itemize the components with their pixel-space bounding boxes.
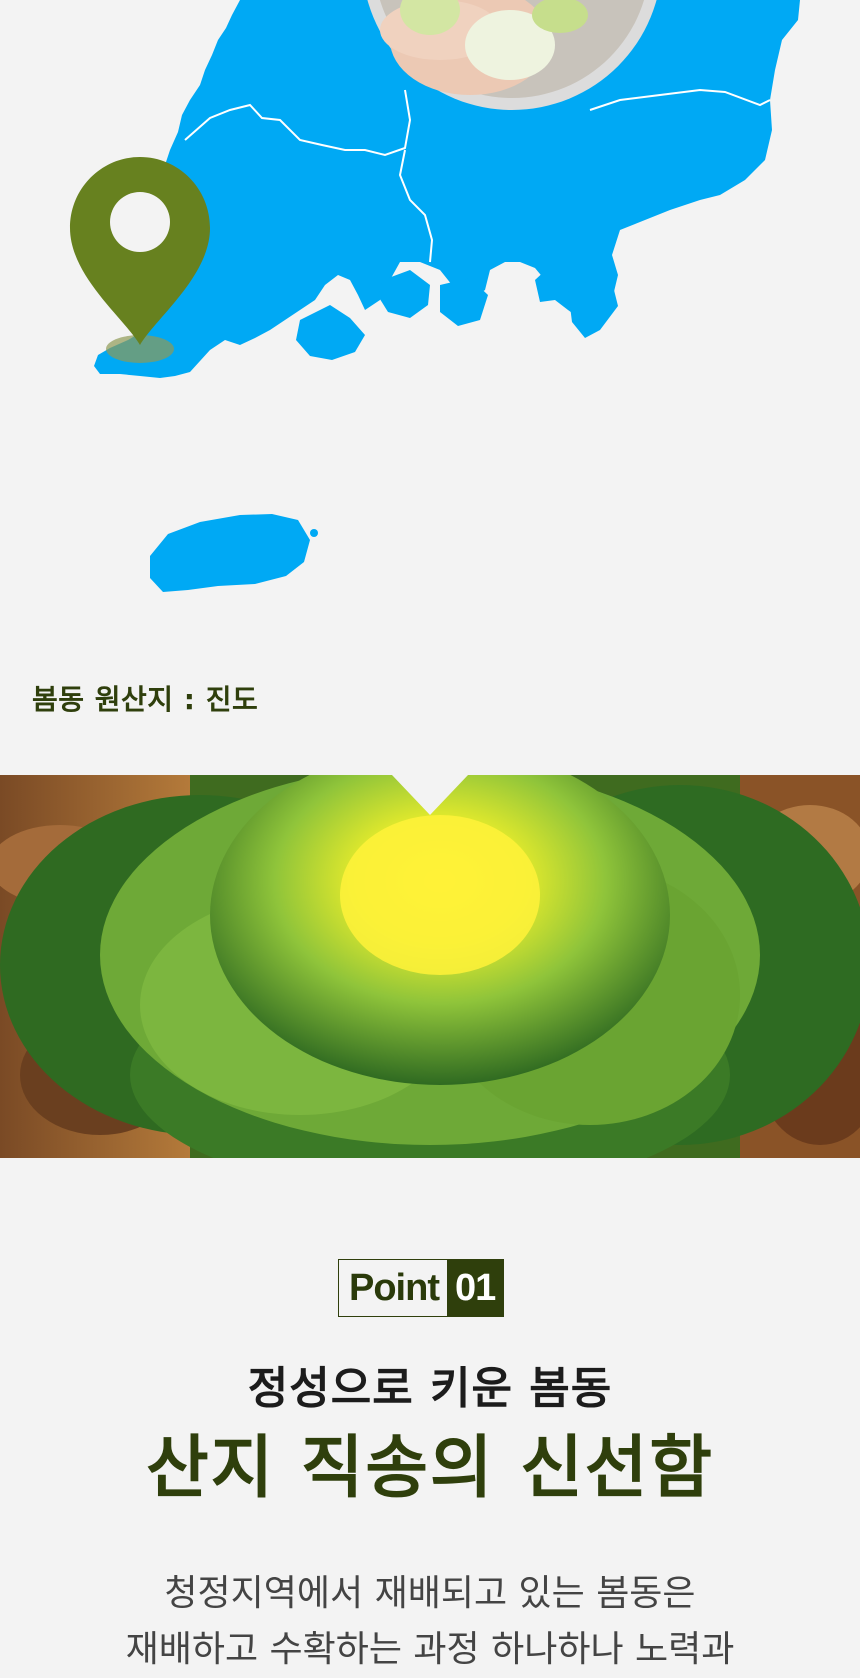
cabbage-photo	[0, 775, 860, 1158]
section-title: 산지 직송의 신선함	[146, 1429, 714, 1508]
island-shape	[296, 305, 365, 360]
product-detail-page: 봄동 원산지 : 진도 Point 01 정성으로 키운 봄동 산지 직송의 신…	[0, 0, 860, 1674]
body-line: 청정지역에서 재배되고 있는 봄동은	[164, 1573, 696, 1614]
section-body: 청정지역에서 재배되고 있는 봄동은 재배하고 수확하는 과정 하나하나 노력과	[0, 1566, 860, 1678]
point-label: Point	[349, 1266, 440, 1309]
point-number: 01	[446, 1260, 504, 1316]
point-badge: Point 01	[338, 1259, 505, 1317]
cabbage-photo-banner	[0, 775, 860, 1158]
korea-map	[70, 0, 800, 592]
origin-caption: 봄동 원산지 : 진도	[32, 683, 259, 716]
section-subtitle: 정성으로 키운 봄동	[247, 1363, 613, 1414]
jeju-island-shape	[150, 514, 310, 592]
islet-dot	[310, 529, 318, 537]
origin-map-section: 봄동 원산지 : 진도	[0, 0, 860, 775]
body-line: 재배하고 수확하는 과정 하나하나 노력과	[125, 1629, 735, 1670]
